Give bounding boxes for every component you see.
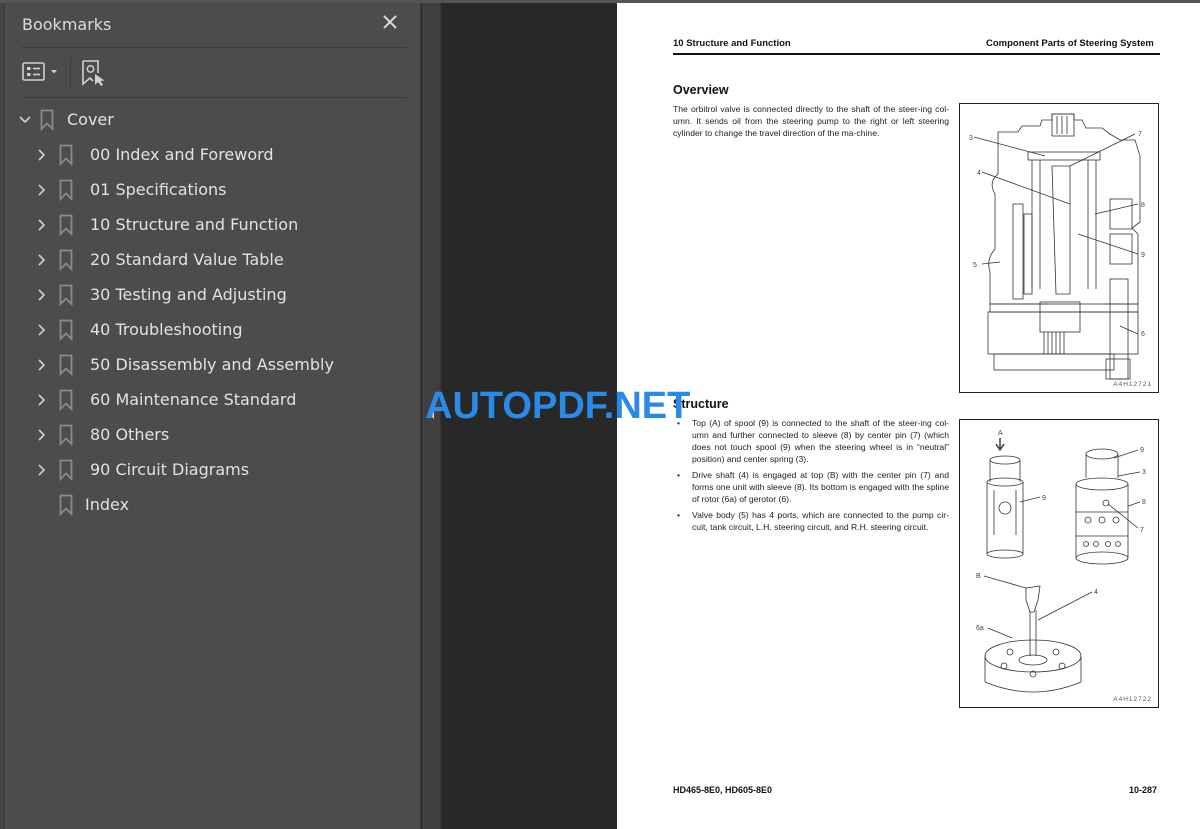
- callout-9: 9: [1141, 252, 1145, 259]
- bookmark-80-others[interactable]: 80 Others: [5, 417, 421, 452]
- bookmark-label: 30 Testing and Adjusting: [90, 285, 287, 304]
- bookmark-icon: [59, 389, 73, 411]
- bookmark-icon: [59, 494, 73, 516]
- bookmark-label: Index: [85, 495, 130, 514]
- bookmark-icon: [59, 319, 73, 341]
- chevron-right-icon[interactable]: [35, 393, 49, 407]
- callout-9: 9: [1042, 495, 1046, 502]
- figure-code: A4H12721: [1113, 381, 1152, 388]
- parts-drawing: A 9 9 3 8 7 B 4 6a: [976, 430, 1146, 693]
- structure-heading: Structure: [673, 397, 729, 411]
- chevron-right-icon[interactable]: [35, 253, 49, 267]
- chevron-right-icon[interactable]: [35, 428, 49, 442]
- bookmark-30-testing-and-adjusting[interactable]: 30 Testing and Adjusting: [5, 277, 421, 312]
- overview-heading: Overview: [673, 83, 729, 97]
- bookmarks-panel: Bookmarks Cover 00 Index and Foreword 01…: [5, 3, 421, 829]
- bookmark-index[interactable]: Index: [5, 487, 421, 522]
- bookmark-label: 00 Index and Foreword: [90, 145, 274, 164]
- bookmark-label: 40 Troubleshooting: [90, 320, 243, 339]
- callout-3: 3: [969, 135, 973, 142]
- bookmark-icon: [59, 354, 73, 376]
- bookmark-label: 60 Maintenance Standard: [90, 390, 297, 409]
- callout-4: 4: [977, 170, 981, 177]
- find-current-bookmark-button[interactable]: [80, 58, 108, 88]
- structure-bullet: Top (A) of spool (9) is connected to the…: [673, 417, 949, 465]
- bookmark-icon: [59, 179, 73, 201]
- chevron-right-icon[interactable]: [35, 148, 49, 162]
- bookmark-10-structure-and-function[interactable]: 10 Structure and Function: [5, 207, 421, 242]
- toolbar-divider: [22, 97, 407, 98]
- header-rule: [673, 53, 1160, 55]
- toolbar-separator: [70, 58, 71, 90]
- bookmark-50-disassembly-and-assembly[interactable]: 50 Disassembly and Assembly: [5, 347, 421, 382]
- callout-8: 8: [1142, 499, 1146, 506]
- window-top-border: [0, 0, 1200, 3]
- chevron-right-icon[interactable]: [35, 323, 49, 337]
- callout-3: 3: [1142, 469, 1146, 476]
- bookmark-icon: [59, 459, 73, 481]
- callout-8: 8: [1141, 202, 1145, 209]
- structure-bullets: Top (A) of spool (9) is connected to the…: [673, 417, 949, 537]
- pdf-page: 10 Structure and Function Component Part…: [617, 3, 1200, 829]
- document-canvas: [442, 3, 617, 829]
- structure-bullet: Drive shaft (4) is engaged at top (B) wi…: [673, 469, 949, 505]
- callout-4: 4: [1094, 589, 1098, 596]
- chevron-right-icon[interactable]: [35, 358, 49, 372]
- spool-sleeve-gerotor-figure: A 9 9 3 8 7 B 4 6a A4H12722: [959, 419, 1159, 708]
- page-footer-model: HD465-8E0, HD605-8E0: [673, 785, 773, 795]
- bookmark-icon: [40, 109, 54, 131]
- bookmark-label: 50 Disassembly and Assembly: [90, 355, 334, 374]
- bookmark-icon: [59, 424, 73, 446]
- cross-section-drawing: 3 7 4 8 9 5 6: [969, 113, 1145, 380]
- overview-paragraph: The orbitrol valve is connected directly…: [673, 104, 949, 138]
- list-options-icon: [22, 62, 57, 81]
- figure-code: A4H12722: [1113, 696, 1152, 703]
- page-number: 10-287: [1129, 785, 1158, 795]
- callout-7: 7: [1138, 131, 1142, 138]
- bookmark-tree: Cover 00 Index and Foreword 01 Specifica…: [5, 102, 421, 522]
- bookmark-icon: [59, 214, 73, 236]
- bookmark-label: Cover: [67, 110, 114, 129]
- callout-9b: 9: [1140, 447, 1144, 454]
- close-icon: [383, 15, 397, 29]
- bookmark-icon: [59, 284, 73, 306]
- chevron-right-icon[interactable]: [35, 288, 49, 302]
- bookmark-icon: [59, 249, 73, 271]
- bookmark-icon: [59, 144, 73, 166]
- panel-title: Bookmarks: [22, 15, 112, 34]
- bookmark-90-circuit-diagrams[interactable]: 90 Circuit Diagrams: [5, 452, 421, 487]
- callout-5: 5: [973, 262, 977, 269]
- page-header-title: Component Parts of Steering System: [986, 38, 1154, 49]
- callout-7: 7: [1140, 527, 1144, 534]
- callout-B: B: [976, 573, 981, 580]
- page-header-section: 10 Structure and Function: [673, 38, 791, 49]
- find-bookmark-icon: [82, 60, 105, 86]
- orbitrol-valve-cross-section-figure: 3 7 4 8 9 5 6 A4H12721: [959, 103, 1159, 393]
- bookmark-01-specifications[interactable]: 01 Specifications: [5, 172, 421, 207]
- callout-A: A: [998, 430, 1003, 437]
- bookmark-label: 20 Standard Value Table: [90, 250, 284, 269]
- close-panel-button[interactable]: [379, 11, 401, 33]
- bookmark-label: 90 Circuit Diagrams: [90, 460, 250, 479]
- header-divider: [22, 47, 407, 48]
- bookmark-options-button[interactable]: [22, 60, 62, 86]
- chevron-right-icon[interactable]: [35, 183, 49, 197]
- chevron-right-icon[interactable]: [35, 218, 49, 232]
- bookmark-40-troubleshooting[interactable]: 40 Troubleshooting: [5, 312, 421, 347]
- chevron-right-icon[interactable]: [35, 463, 49, 477]
- chevron-down-icon[interactable]: [18, 113, 32, 127]
- structure-bullet: Valve body (5) has 4 ports, which are co…: [673, 509, 949, 533]
- bookmark-60-maintenance-standard[interactable]: 60 Maintenance Standard: [5, 382, 421, 417]
- bookmark-label: 10 Structure and Function: [90, 215, 299, 234]
- bookmark-cover[interactable]: Cover: [5, 102, 421, 137]
- callout-6a: 6a: [976, 625, 984, 632]
- callout-6: 6: [1141, 331, 1145, 338]
- bookmark-20-standard-value-table[interactable]: 20 Standard Value Table: [5, 242, 421, 277]
- bookmark-00-index-and-foreword[interactable]: 00 Index and Foreword: [5, 137, 421, 172]
- bookmark-label: 01 Specifications: [90, 180, 227, 199]
- collapse-panel-arrow-icon[interactable]: [428, 408, 436, 420]
- bookmark-label: 80 Others: [90, 425, 170, 444]
